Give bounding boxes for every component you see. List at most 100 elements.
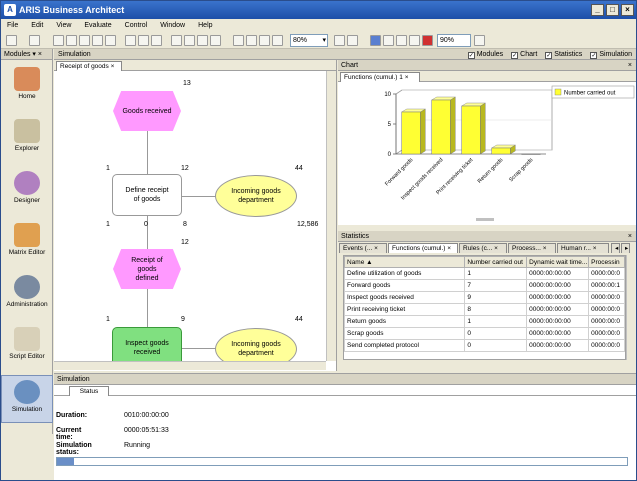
menu-help[interactable]: Help [198,19,212,32]
speed-stepper-icon[interactable] [474,35,485,46]
module-administration[interactable]: Administration [1,271,53,319]
page-setup-icon[interactable] [197,35,208,46]
minimize-button[interactable]: _ [591,4,604,16]
new-icon[interactable] [6,35,17,46]
delete-icon[interactable] [272,35,283,46]
table-cell: 0 [464,327,528,340]
function-inspect-goods[interactable]: Inspect goods received [112,327,182,361]
speed-combo[interactable]: 90% [437,34,471,47]
tab-events[interactable]: Events (... × [339,243,387,253]
scroll-icon [14,327,40,351]
menu-control[interactable]: Control [125,19,148,32]
statistics-vertical-scrollbar[interactable] [626,255,636,360]
cut-icon[interactable] [233,35,244,46]
org-unit-incoming-goods[interactable]: Incoming goods department [215,175,297,217]
close-icon[interactable]: × [111,63,115,70]
table-row[interactable]: Print receiving ticket 8 0000:00:00:00 0000… [344,303,625,316]
reset-icon[interactable] [409,35,420,46]
counter-label: 1 [106,316,110,323]
simulation-status-panel: Simulation Status Duration: 0010:00:00:0… [54,373,636,480]
zoom-in-icon[interactable] [334,35,345,46]
event-receipt-defined[interactable]: Receipt of goods defined [113,249,181,289]
menu-view[interactable]: View [56,19,71,32]
tab-process[interactable]: Process... × [508,243,556,253]
module-designer[interactable]: Designer [1,167,53,215]
nav-back-icon[interactable] [125,35,136,46]
page-icon[interactable] [184,35,195,46]
preview-icon[interactable] [79,35,90,46]
option-modules[interactable]: ✓ Modules [467,49,503,60]
option-simulation[interactable]: ✓ Simulation [590,49,632,60]
step-icon[interactable] [396,35,407,46]
y-tick-label: 10 [384,92,391,98]
spellcheck-icon[interactable] [105,35,116,46]
stop-icon[interactable] [422,35,433,46]
module-script-editor[interactable]: Script Editor [1,323,53,371]
module-matrix-editor[interactable]: Matrix Editor [1,219,53,267]
model-horizontal-scrollbar[interactable] [54,361,326,370]
copy-icon[interactable] [246,35,257,46]
close-button[interactable]: × [621,4,634,16]
save-icon[interactable] [53,35,64,46]
model-vertical-scrollbar[interactable] [326,71,336,361]
print-icon[interactable] [66,35,77,46]
close-icon[interactable]: × [628,60,632,71]
function-define-receipt[interactable]: Define receipt of goods [112,174,182,216]
play-icon[interactable] [370,35,381,46]
module-simulation[interactable]: Simulation [1,375,53,423]
module-explorer[interactable]: Explorer [1,115,53,163]
menu-edit[interactable]: Edit [31,19,43,32]
table-row[interactable]: Scrap goods 0 0000:00:00:00 0000:00:0 [344,327,625,340]
tab-human-resources[interactable]: Human r... × [557,243,609,253]
table-cell: 0000:00:00:00 [526,303,590,316]
checkbox-icon: ✓ [590,52,598,59]
table-cell: Define utilization of goods [344,267,466,280]
table-row[interactable]: Forward goods 7 0000:00:00:00 0000:00:1 [344,279,625,292]
menu-evaluate[interactable]: Evaluate [84,19,111,32]
tab-scroll-left[interactable]: ◂ [611,243,620,253]
zoom-out-icon[interactable] [347,35,358,46]
x-tick-label: Scrap goods [508,157,534,183]
table-row[interactable]: Send completed protocol 0 0000:00:00:00 000… [344,339,625,352]
pause-icon[interactable] [383,35,394,46]
tab-receipt-of-goods[interactable]: Receipt of goods × [56,61,122,71]
close-icon[interactable]: × [405,74,409,81]
tab-functions[interactable]: Functions (cumul.) × [388,243,458,253]
nav-up-icon[interactable] [151,35,162,46]
statistics-header: Statistics × [338,231,636,242]
maximize-button[interactable]: □ [606,4,619,16]
menu-file[interactable]: File [7,19,18,32]
tab-status[interactable]: Status [69,386,109,396]
option-statistics[interactable]: ✓ Statistics [545,49,582,60]
option-chart[interactable]: ✓ Chart [511,49,537,60]
column-header-count[interactable]: Number carried out [464,256,528,268]
table-cell: 0000:00:00:00 [526,279,590,292]
column-header-name[interactable]: Name ▲ [344,256,466,268]
menu-window[interactable]: Window [160,19,185,32]
column-header-processing[interactable]: Processin [588,256,625,268]
counter-label: 8 [183,221,187,228]
layout-icon[interactable] [171,35,182,46]
tab-functions-chart[interactable]: Functions (cumul.) 1 × [340,72,420,82]
zoom-combo[interactable]: 80% ▾ [290,34,328,47]
counter-label: 12 [181,239,189,246]
module-home[interactable]: Home [1,63,53,111]
table-row[interactable]: Define utilization of goods 1 0000:00:00:0… [344,267,625,280]
model-canvas[interactable]: Goods received Define receipt of goods I… [54,71,326,361]
column-header-wait[interactable]: Dynamic wait time... [526,256,590,268]
event-goods-received[interactable]: Goods received [113,91,181,131]
properties-icon[interactable] [92,35,103,46]
menu-bar: File Edit View Evaluate Control Window H… [1,19,636,32]
table-row[interactable]: Return goods 1 0000:00:00:00 0000:00:0 [344,315,625,328]
export-icon[interactable] [210,35,221,46]
counter-label: 0 [144,221,148,228]
org-unit-incoming-goods-2[interactable]: Incoming goods department [215,328,297,361]
open-icon[interactable] [29,35,40,46]
tab-rules[interactable]: Rules (c... × [459,243,507,253]
paste-icon[interactable] [259,35,270,46]
nav-forward-icon[interactable] [138,35,149,46]
tab-scroll-right[interactable]: ▸ [621,243,630,253]
table-row[interactable]: Inspect goods received 9 0000:00:00:00 0000… [344,291,625,304]
close-icon[interactable]: × [628,231,632,242]
table-cell: 0000:00:0 [588,315,625,328]
